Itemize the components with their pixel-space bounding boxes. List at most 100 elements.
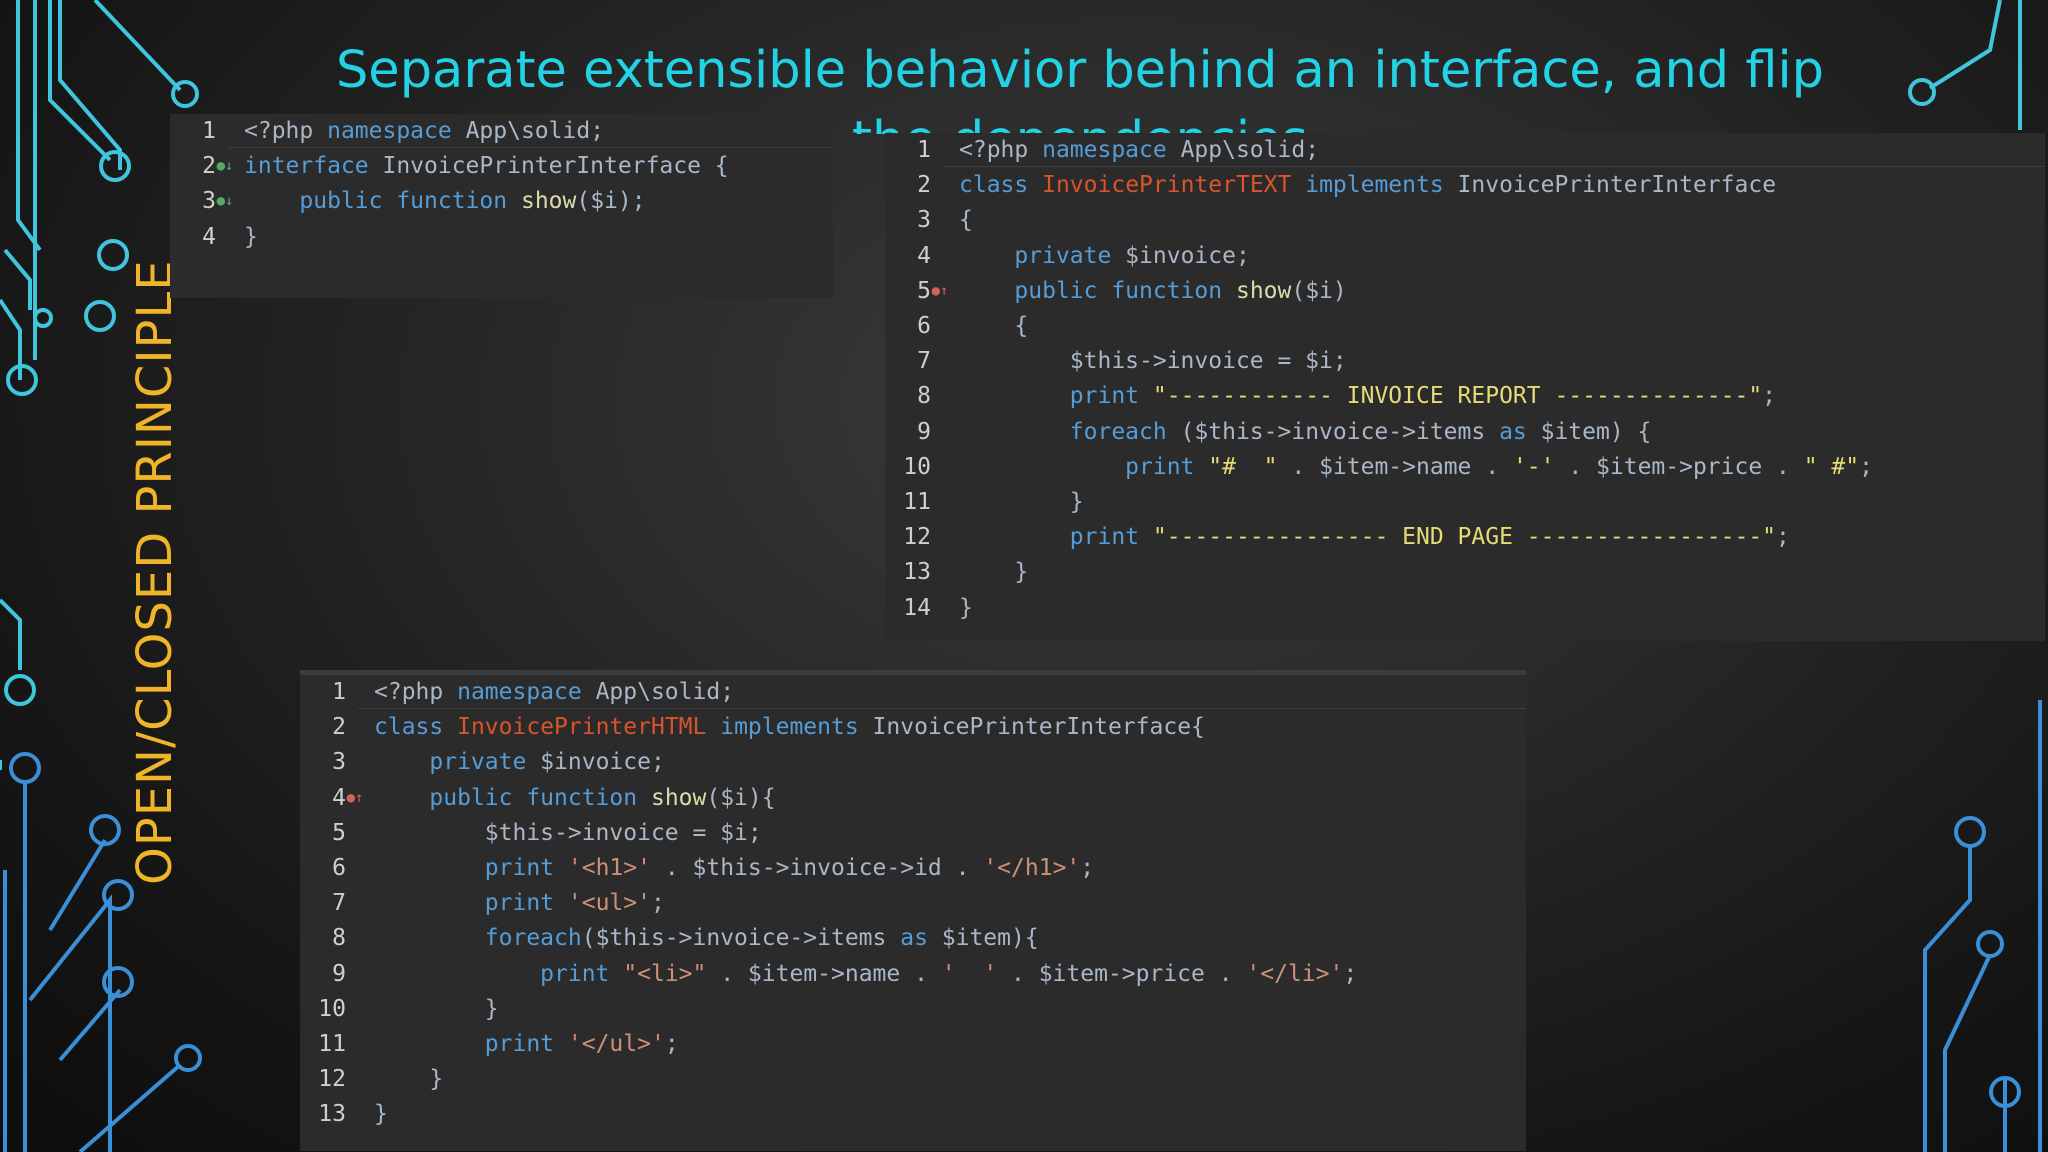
code-token: "<li>"	[623, 960, 707, 987]
line-number: 8	[917, 383, 931, 410]
code-text: print "------------ INVOICE REPORT -----…	[959, 379, 1776, 414]
implemented-icon[interactable]: ●↓	[214, 149, 236, 184]
code-text: foreach ($this->invoice->items as $item)…	[959, 415, 1652, 450]
code-token: " #"	[1803, 453, 1860, 480]
code-token: ;	[1859, 453, 1873, 480]
implemented-icon[interactable]: ●↓	[214, 184, 236, 219]
code-token: ;	[664, 1031, 679, 1057]
code-token: namespace	[1042, 137, 1167, 163]
code-token: print	[484, 890, 555, 917]
code-token: $invoice;	[1111, 242, 1250, 269]
code-token: class	[959, 172, 1029, 199]
code-token: namespace	[327, 118, 452, 144]
code-line: 7 $this->invoice = $i;	[885, 344, 2045, 379]
line-number: 6	[917, 313, 931, 339]
code-token: foreach	[484, 925, 582, 952]
code-text: foreach($this->invoice->items as $item){	[374, 921, 1039, 956]
line-number: 3	[917, 207, 931, 234]
code-line: 2 ●↓ interface InvoicePrinterInterface {	[170, 149, 833, 184]
line-number: 4	[917, 242, 931, 269]
code-line: 9 foreach ($this->invoice->items as $ite…	[885, 415, 2045, 450]
code-line: 1 <?php namespace App\solid;	[300, 675, 1526, 710]
code-token: ;	[650, 890, 665, 917]
code-token: . $item->name .	[706, 960, 942, 987]
code-token: implements	[1305, 172, 1444, 199]
code-text: {	[959, 309, 1028, 344]
code-text: private $invoice;	[959, 239, 1250, 274]
code-token: }	[244, 223, 258, 250]
line-number: 2	[202, 153, 216, 180]
code-token: print	[540, 960, 610, 987]
line-number: 5	[332, 819, 346, 846]
override-icon[interactable]: ●↑	[929, 274, 951, 309]
code-text: public function show($i)	[959, 274, 1346, 309]
code-text: {	[959, 203, 973, 238]
code-token: ;	[1762, 383, 1777, 410]
line-number: 3	[332, 749, 346, 776]
code-token: show	[1235, 277, 1292, 304]
code-text: print "<li>" . $item->name . ' ' . $item…	[374, 957, 1357, 992]
line-number: 1	[202, 118, 216, 144]
code-line: 6 print '<h1>' . $this->invoice->id . '<…	[300, 851, 1526, 886]
code-line: 14}	[885, 591, 2045, 626]
line-number: 7	[332, 890, 346, 917]
code-token: . $item->price .	[997, 960, 1247, 987]
code-text: print '<ul>';	[374, 886, 665, 921]
code-token: print	[1069, 524, 1140, 551]
code-text: }	[374, 992, 499, 1027]
code-line: 2 class InvoicePrinterHTML implements Inv…	[300, 710, 1526, 745]
code-panel-interface: 1 <?php namespace App\solid; 2 ●↓ interface …	[170, 114, 833, 298]
code-line: 1 <?php namespace App\solid;	[885, 133, 2045, 168]
code-token: InvoicePrinterInterface {	[368, 153, 729, 180]
code-token: as	[1499, 418, 1527, 445]
code-text: <?php namespace App\solid;	[374, 675, 734, 710]
side-title: OPEN/CLOSED PRINCIPLE	[127, 259, 183, 885]
code-token: namespace	[457, 679, 582, 705]
override-icon[interactable]: ●↑	[344, 781, 366, 816]
code-token: ($i){	[706, 784, 776, 811]
code-token: '</h1>'	[983, 855, 1081, 881]
line-number: 1	[917, 137, 931, 163]
line-number: 1	[332, 679, 346, 705]
code-token: $item){	[927, 925, 1039, 952]
line-number: 12	[318, 1066, 346, 1093]
code-token: '</ul>'	[567, 1031, 665, 1057]
code-token: <?php	[959, 137, 1043, 163]
code-text: public function show($i){	[374, 781, 776, 816]
code-token: "------------ INVOICE REPORT -----------…	[1152, 383, 1763, 410]
code-line: 1 <?php namespace App\solid;	[170, 114, 833, 149]
code-token: $this->invoice = $i;	[959, 348, 1347, 375]
line-number: 2	[917, 172, 931, 199]
code-token: '<h1>'	[567, 855, 651, 881]
code-token: '</li>'	[1246, 960, 1344, 987]
code-token: ($this->invoice->items	[1166, 418, 1500, 445]
code-line: 8 print "------------ INVOICE REPORT ---…	[885, 379, 2045, 414]
line-number: 2	[332, 714, 346, 741]
code-token: $this->invoice = $i;	[374, 819, 762, 846]
line-number: 9	[332, 960, 346, 987]
code-token: ;	[1080, 855, 1095, 881]
code-token: }	[959, 489, 1084, 515]
line-number: 11	[903, 489, 931, 515]
code-token: . $item->name .	[1277, 453, 1513, 480]
line-number: 9	[917, 418, 931, 445]
code-token: {	[959, 313, 1029, 339]
code-token: App\solid;	[581, 679, 735, 705]
line-number: 4	[202, 223, 216, 250]
code-text: }	[959, 485, 1084, 520]
code-line: 13}	[300, 1097, 1526, 1132]
code-line: 6 {	[885, 309, 2045, 344]
code-line: 4}	[170, 220, 833, 255]
code-line: 9 print "<li>" . $item->name . ' ' . $it…	[300, 957, 1526, 992]
line-number: 6	[332, 855, 346, 881]
